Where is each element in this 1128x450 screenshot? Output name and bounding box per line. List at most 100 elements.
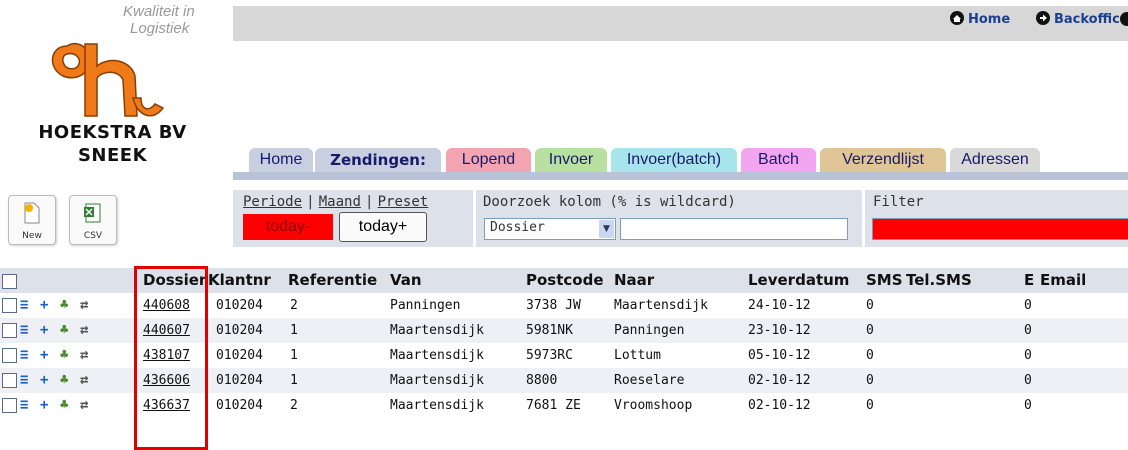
naar-cell: Lottum — [614, 348, 661, 363]
col-postcode[interactable]: Postcode — [526, 268, 604, 293]
naar-cell: Maartensdijk — [614, 298, 708, 313]
swap-arrows-icon[interactable]: ⇄ — [80, 368, 88, 393]
klantnr-cell: 010204 — [216, 398, 263, 413]
plant-icon[interactable]: ♣ — [60, 393, 68, 418]
row-checkbox[interactable] — [2, 298, 17, 313]
van-cell: Panningen — [390, 298, 461, 313]
plus-circle-icon[interactable]: + — [40, 293, 48, 318]
today-plus-button[interactable]: today+ — [339, 212, 427, 242]
highlight-box — [134, 266, 208, 450]
list-icon[interactable]: ≡ — [20, 393, 28, 418]
sms-cell: 0 — [866, 298, 874, 313]
search-column-select[interactable]: Dossier ▼ — [484, 218, 616, 240]
swap-arrows-icon[interactable]: ⇄ — [80, 318, 88, 343]
list-icon[interactable]: ≡ — [20, 368, 28, 393]
leverdatum-cell: 02-10-12 — [748, 373, 811, 388]
postcode-cell: 3738 JW — [526, 298, 581, 313]
filter-label: Filter — [873, 194, 924, 210]
swap-arrows-icon[interactable]: ⇄ — [80, 343, 88, 368]
plus-circle-icon[interactable]: + — [40, 393, 48, 418]
tab-underline — [233, 172, 1128, 180]
tab-home[interactable]: Home — [249, 148, 313, 172]
col-tel-sms[interactable]: Tel.SMS — [906, 268, 972, 293]
today-minus-button[interactable]: today- — [243, 214, 333, 240]
tab-invoer[interactable]: Invoer — [535, 148, 607, 172]
home-link[interactable]: Home — [950, 11, 1010, 27]
plus-circle-icon[interactable]: + — [40, 368, 48, 393]
csv-button[interactable]: CSV — [69, 195, 117, 245]
list-icon[interactable]: ≡ — [20, 343, 28, 368]
tab-lopend[interactable]: Lopend — [446, 148, 531, 172]
help-icon[interactable] — [1120, 12, 1128, 26]
van-cell: Maartensdijk — [390, 348, 484, 363]
plant-icon[interactable]: ♣ — [60, 293, 68, 318]
col-referentie[interactable]: Referentie — [288, 268, 377, 293]
referentie-cell: 1 — [290, 323, 298, 338]
plant-icon[interactable]: ♣ — [60, 318, 68, 343]
row-checkbox[interactable] — [2, 398, 17, 413]
chevron-down-icon: ▼ — [599, 220, 614, 238]
postcode-cell: 5981NK — [526, 323, 573, 338]
sms-cell: 0 — [866, 348, 874, 363]
maand-link[interactable]: Maand — [319, 194, 361, 210]
col-naar[interactable]: Naar — [614, 268, 654, 293]
van-cell: Maartensdijk — [390, 373, 484, 388]
referentie-cell: 2 — [290, 398, 298, 413]
plant-icon[interactable]: ♣ — [60, 343, 68, 368]
preset-link[interactable]: Preset — [378, 194, 429, 210]
periode-link[interactable]: Periode — [243, 194, 302, 210]
naar-cell: Panningen — [614, 323, 685, 338]
tab-invoer-batch[interactable]: Invoer(batch) — [611, 148, 737, 172]
period-links: Periode | Maand | Preset — [243, 194, 429, 210]
leverdatum-cell: 02-10-12 — [748, 398, 811, 413]
row-checkbox[interactable] — [2, 323, 17, 338]
col-van[interactable]: Van — [390, 268, 422, 293]
new-button[interactable]: New — [8, 195, 56, 245]
swap-arrows-icon[interactable]: ⇄ — [80, 393, 88, 418]
plus-circle-icon[interactable]: + — [40, 343, 48, 368]
arrow-right-circle-icon — [1036, 11, 1050, 25]
excel-icon — [84, 203, 101, 223]
select-all-checkbox[interactable] — [2, 274, 17, 289]
plant-icon[interactable]: ♣ — [60, 368, 68, 393]
naar-cell: Roeselare — [614, 373, 685, 388]
leverdatum-cell: 24-10-12 — [748, 298, 811, 313]
van-cell: Maartensdijk — [390, 323, 484, 338]
plus-circle-icon[interactable]: + — [40, 318, 48, 343]
tab-zendingen[interactable]: Zendingen: — [315, 148, 441, 172]
klantnr-cell: 010204 — [216, 348, 263, 363]
klantnr-cell: 010204 — [216, 298, 263, 313]
postcode-cell: 8800 — [526, 373, 558, 388]
csv-button-label: CSV — [83, 231, 103, 241]
van-cell: Maartensdijk — [390, 398, 484, 413]
logo-tagline-1: Kwaliteit in — [123, 3, 195, 20]
postcode-cell: 5973RC — [526, 348, 573, 363]
klantnr-cell: 010204 — [216, 373, 263, 388]
row-checkbox[interactable] — [2, 348, 17, 363]
home-link-label: Home — [968, 12, 1011, 27]
e-cell: 0 — [1024, 298, 1032, 313]
search-label: Doorzoek kolom (% is wildcard) — [483, 194, 736, 210]
list-icon[interactable]: ≡ — [20, 318, 28, 343]
e-cell: 0 — [1024, 323, 1032, 338]
tab-batch[interactable]: Batch — [741, 148, 816, 172]
tab-verzendlijst[interactable]: Verzendlijst — [820, 148, 946, 172]
swap-arrows-icon[interactable]: ⇄ — [80, 293, 88, 318]
e-cell: 0 — [1024, 398, 1032, 413]
row-checkbox[interactable] — [2, 373, 17, 388]
col-sms[interactable]: SMS — [866, 268, 903, 293]
search-input[interactable] — [620, 218, 848, 240]
col-leverdatum[interactable]: Leverdatum — [748, 268, 849, 293]
logo-mark — [51, 42, 165, 117]
filter-input[interactable] — [872, 218, 1128, 240]
tab-adressen[interactable]: Adressen — [950, 148, 1040, 172]
logo-tagline-2: Logistiek — [130, 20, 190, 37]
new-document-icon — [24, 202, 40, 224]
klantnr-cell: 010204 — [216, 323, 263, 338]
col-e[interactable]: E — [1024, 268, 1034, 293]
col-email[interactable]: Email — [1040, 268, 1086, 293]
sms-cell: 0 — [866, 398, 874, 413]
col-klantnr[interactable]: Klantnr — [208, 268, 271, 293]
list-icon[interactable]: ≡ — [20, 293, 28, 318]
backoffice-link[interactable]: Backoffice — [1036, 11, 1128, 27]
